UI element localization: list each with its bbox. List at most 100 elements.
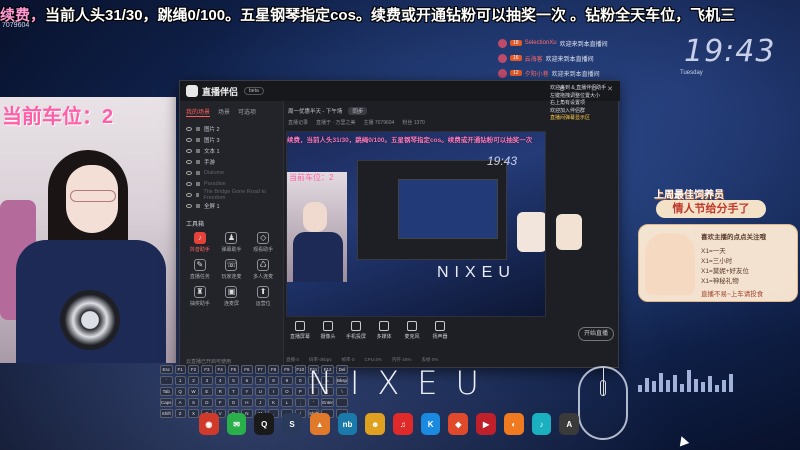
eye-icon[interactable] [186,126,192,131]
sync-pill[interactable]: 同步 [348,107,368,115]
keyboard-key: F10 [294,365,306,374]
keyboard-key: X [187,409,200,418]
lock-icon[interactable] [196,203,200,208]
scene-item[interactable]: Paradise [180,178,283,189]
tool-button[interactable]: ⬆ 运营位 [247,286,279,307]
scene-item[interactable]: Dialume [180,167,283,178]
lock-icon[interactable] [196,137,200,142]
eye-icon[interactable] [186,181,192,186]
scene-label: 图片 2 [204,126,220,133]
stream-stats: 直播记录 直播于 · 万里之美 主播 7079604 粉丝 1370 [288,119,538,129]
cat-girl-avatar [645,233,695,295]
keyboard-key: 2 [187,376,200,385]
scene-item[interactable]: 图片 3 [180,134,283,145]
preview-car-label: 当前车位：2 [289,173,334,182]
live-companion-window[interactable]: 直播伴侣 beta ⚙ — □ ✕ 我的场景 场景 可选项 图片 2 图片 3 文本… [179,80,620,369]
scene-item[interactable]: 手游 [180,156,283,167]
capture-source-button[interactable]: 麦克风 [398,321,426,340]
keyboard-key: 7 [254,376,266,385]
ae-icon[interactable]: A [559,413,580,435]
capture-source-button[interactable]: 扬声器 [426,321,454,340]
qq-icon[interactable]: Q [254,413,275,435]
keyboard-key: F5 [227,365,240,374]
glasses [70,190,116,202]
visualizer-bar [666,380,670,392]
tab-scenes[interactable]: 场景 [218,107,230,117]
scene-item[interactable]: The Bridge Gone Road to Freedom [180,188,283,201]
tool-button[interactable]: ☏ 玩家连麦 [216,259,248,280]
tool-button[interactable]: ♪ 抖音助手 [184,232,216,253]
source-icon [295,321,305,331]
preview-ticker: 续费，当前人头31/30，跳绳0/100。五星钢琴指定cos。续费或开通钻粉可以… [287,137,533,144]
tab-options[interactable]: 可选项 [238,107,256,117]
live-icon[interactable]: ◐ [503,413,524,435]
capture-source-button[interactable]: 摄像头 [314,321,342,340]
tool-button[interactable]: ♺ 多人连麦 [247,259,279,280]
chat-entry: 18 SelectionXu 欢迎来到本直播间 [498,36,688,50]
tool-button[interactable]: ✎ 直播任务 [184,259,216,280]
nb-icon[interactable]: nb [337,413,358,435]
keyboard-key: O [281,387,293,396]
promo-line: X1=一天 [701,248,726,255]
keyboard-key: S [187,398,200,407]
bird-icon[interactable]: ◆ [448,413,469,435]
tool-button[interactable]: ▣ 连麦屏 [216,286,248,307]
keyboard-key: Caps [160,398,173,407]
scene-sidebar: 我的场景 场景 可选项 图片 2 图片 3 文本 1 手游 Dialume Paradis… [180,101,284,369]
preview-clock: 19:43 [487,154,518,168]
keyboard-key: 6 [241,376,253,385]
chat-panel: 欢迎来到 & 直播伴侣助手 左键拖拽调整位置大小 右上角有设置项 欢迎加入伴侣群… [550,85,620,151]
eye-icon[interactable] [186,137,192,142]
chat-message: 欢迎来到本直播间 [551,71,600,78]
capture-source-button[interactable]: 手机投屏 [342,321,370,340]
lock-icon[interactable] [195,192,200,197]
game-icon[interactable]: ▲ [309,413,330,435]
start-live-button[interactable]: 开始直播 [578,327,614,341]
keyboard-key: U [254,387,266,396]
capture-source-button[interactable]: 多媒体 [370,321,398,340]
lock-icon[interactable] [196,170,200,175]
tool-button[interactable]: ♜ 抽奖助手 [184,286,216,307]
lock-icon[interactable] [196,159,200,164]
scene-label: The Bridge Gone Road to Freedom [203,188,267,201]
visualizer-bar [638,385,642,392]
scene-item[interactable]: 文本 1 [180,145,283,156]
lock-icon[interactable] [196,148,200,153]
visualizer-bar [687,370,691,392]
app-browser-icon[interactable]: ◉ [199,413,219,435]
stream-title[interactable]: 周一优惠半天 - 下午场 [288,107,342,115]
tool-button[interactable]: ◇ 观看助手 [247,232,279,253]
steam-icon[interactable]: S [282,413,302,435]
capture-source-button[interactable]: 直播屏幕 [286,321,314,340]
kugou-icon[interactable]: K [420,413,441,435]
wechat-icon[interactable]: ✉ [226,413,247,435]
keyboard-key: L [281,398,293,407]
scene-item[interactable]: 全屏 1 [180,200,283,211]
stream-preview[interactable]: 续费，当前人头31/30，跳绳0/100。五星钢琴指定cos。续费或开通钻粉可以… [286,131,546,317]
lock-icon[interactable] [196,126,200,131]
keyboard-key: W [187,387,200,396]
tab-my-scenes[interactable]: 我的场景 [186,107,211,117]
source-icon [435,321,445,331]
douyin-icon[interactable]: ♪ [531,413,552,435]
video-icon[interactable]: ▶ [476,413,496,435]
chat-log: 18 SelectionXu 欢迎来到本直播间 16 云海客 欢迎来到本直播间 12 夕阳小巷… [498,36,688,81]
eye-icon[interactable] [186,159,192,164]
visualizer-bar [715,385,719,392]
visualizer-bar [645,378,649,392]
chat-highlight: 直播间弹幕显示区 [550,115,591,121]
source-icon [351,321,361,331]
user-name: SelectionXu [524,40,557,46]
eye-icon[interactable] [186,203,192,208]
netease-music-icon[interactable]: ♫ [393,413,413,435]
lock-icon[interactable] [196,181,200,186]
stat-item: 直播于 · 万里之美 [316,120,356,126]
eye-icon[interactable] [186,192,192,197]
scene-label: Dialume [204,169,225,176]
preview-nested-preview [398,179,498,239]
pet-icon[interactable]: ☻ [365,413,386,435]
scene-item[interactable]: 图片 2 [180,123,283,134]
tool-button[interactable]: ♟ 弹幕助手 [216,232,248,253]
eye-icon[interactable] [186,148,192,153]
eye-icon[interactable] [186,170,192,175]
